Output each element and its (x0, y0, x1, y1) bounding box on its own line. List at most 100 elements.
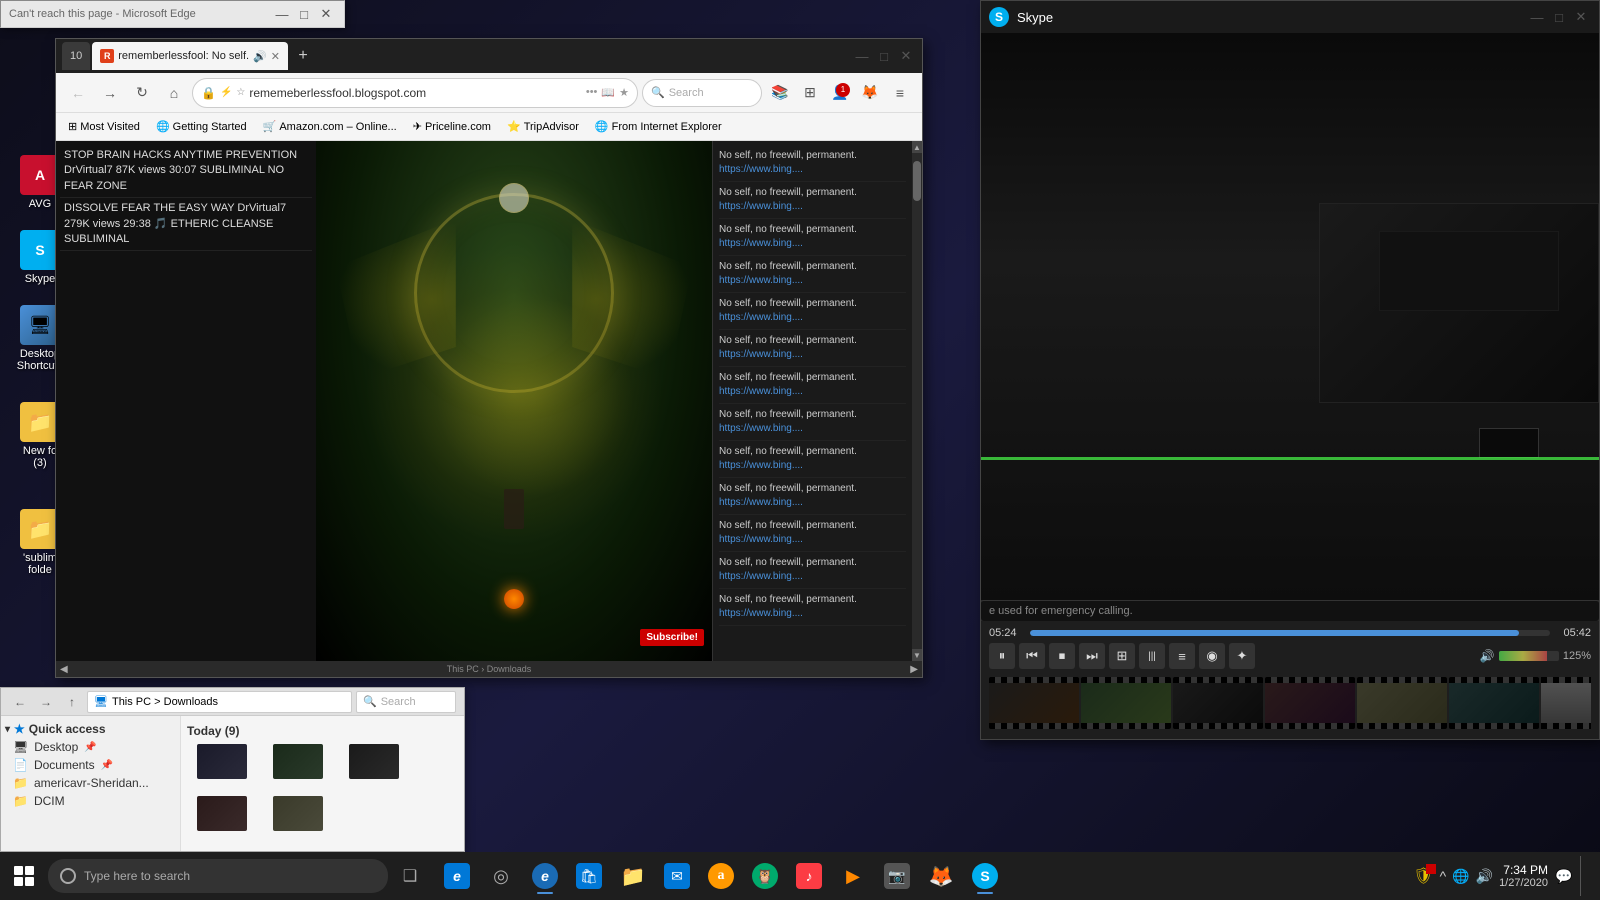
bookmark-most-visited[interactable]: ⊞ Most Visited (64, 118, 144, 135)
chevron-icon[interactable]: ^ (1440, 868, 1447, 884)
reader-mode-icon[interactable]: 📖 (601, 86, 615, 99)
thumb-7[interactable] (1541, 677, 1591, 729)
taskbar-itunes[interactable]: ♪ (788, 856, 830, 896)
chapters-button[interactable]: ||| (1139, 643, 1165, 669)
video-item-2[interactable]: DISSOLVE FEAR THE EASY WAY DrVirtual7 27… (60, 198, 312, 251)
skype-close[interactable]: ✕ (1571, 10, 1591, 24)
explorer-up[interactable]: ↑ (61, 691, 83, 713)
system-clock[interactable]: 7:34 PM 1/27/2020 (1499, 863, 1548, 889)
effects-button[interactable]: ✦ (1229, 643, 1255, 669)
file-thumb-5[interactable] (263, 792, 333, 838)
taskbar-vlc[interactable]: ▶ (832, 856, 874, 896)
cant-reach-minimize[interactable]: — (272, 7, 292, 21)
security-tray-icon[interactable]: 🛡 (1413, 866, 1433, 886)
comment-7-link[interactable]: https://www.bing.... (719, 385, 906, 399)
horizontal-scrollbar[interactable]: ◀ This PC › Downloads ▶ (56, 661, 922, 677)
comment-4-link[interactable]: https://www.bing.... (719, 274, 906, 288)
browser-minimize[interactable]: — (852, 49, 872, 63)
file-thumb-3[interactable] (339, 740, 409, 786)
forward-button[interactable]: → (96, 79, 124, 107)
menu-button[interactable]: ≡ (886, 79, 914, 107)
equalizer-button[interactable]: ◉ (1199, 643, 1225, 669)
play-pause-button[interactable]: ⏸ (989, 643, 1015, 669)
fullscreen-button[interactable]: ⊞ (1109, 643, 1135, 669)
stop-button[interactable]: ⏹ (1049, 643, 1075, 669)
skype-maximize[interactable]: □ (1549, 10, 1569, 24)
address-bar[interactable]: 🔒 ⚡ ☆ rememeberlessfool.blogspot.com •••… (192, 78, 638, 108)
cant-reach-close[interactable]: ✕ (316, 7, 336, 21)
tab-inactive[interactable]: 10 (62, 42, 90, 70)
taskbar-amazon[interactable]: a (700, 856, 742, 896)
taskbar-tripadvisor[interactable]: 🦉 (744, 856, 786, 896)
bookmark-amazon[interactable]: 🛒 Amazon.com – Online... (259, 118, 401, 135)
thumb-1[interactable] (989, 677, 1079, 729)
progress-bar-container[interactable] (1030, 630, 1550, 636)
scroll-down-arrow[interactable]: ▼ (912, 649, 922, 661)
taskbar-ie[interactable]: e (524, 856, 566, 896)
tab-close-button[interactable]: ✕ (271, 50, 280, 63)
volume-bar[interactable] (1499, 651, 1559, 661)
hub-button[interactable]: ⊞ (796, 79, 824, 107)
browser-close[interactable]: ✕ (896, 49, 916, 63)
show-desktop-button[interactable] (1580, 856, 1588, 896)
comment-9-link[interactable]: https://www.bing.... (719, 459, 906, 473)
comment-12-link[interactable]: https://www.bing.... (719, 570, 906, 584)
favorites-icon[interactable]: ★ (619, 86, 629, 99)
new-tab-button[interactable]: + (290, 43, 316, 69)
taskbar-folder[interactable]: 📁 (612, 856, 654, 896)
prev-track-button[interactable]: ⏮ (1019, 643, 1045, 669)
taskbar-edge[interactable]: e (436, 856, 478, 896)
comment-6-link[interactable]: https://www.bing.... (719, 348, 906, 362)
thumb-4[interactable] (1265, 677, 1355, 729)
scroll-up-arrow[interactable]: ▲ (912, 141, 922, 153)
sidebar-item-desktop[interactable]: 🖥 Desktop 📌 (5, 738, 176, 756)
back-button[interactable]: ← (64, 79, 92, 107)
taskbar-camera[interactable]: 📷 (876, 856, 918, 896)
taskbar-firefox[interactable]: 🦊 (920, 856, 962, 896)
more-options-icon[interactable]: ••• (586, 86, 598, 99)
explorer-back[interactable]: ← (9, 691, 31, 713)
bookmark-priceline[interactable]: ✈ Priceline.com (409, 118, 495, 135)
comment-2-link[interactable]: https://www.bing.... (719, 200, 906, 214)
playlist-button[interactable]: ≡ (1169, 643, 1195, 669)
cant-reach-maximize[interactable]: □ (294, 7, 314, 21)
home-button[interactable]: ⌂ (160, 79, 188, 107)
file-thumb-1[interactable] (187, 740, 257, 786)
comment-1-link[interactable]: https://www.bing.... (719, 163, 906, 177)
video-item-1[interactable]: STOP BRAIN HACKS ANYTIME PREVENTION DrVi… (60, 145, 312, 198)
explorer-forward[interactable]: → (35, 691, 57, 713)
thumb-3[interactable] (1173, 677, 1263, 729)
scroll-right-arrow[interactable]: ▶ (910, 664, 918, 675)
extension-button[interactable]: 🦊 (856, 79, 884, 107)
scrollbar[interactable]: ▲ ▼ (912, 141, 922, 661)
next-track-button[interactable]: ⏭ (1079, 643, 1105, 669)
volume-tray-icon[interactable]: 🔊 (1476, 868, 1493, 885)
network-tray-icon[interactable]: 🌐 (1452, 868, 1469, 885)
quick-access-header[interactable]: ▾ ★ Quick access (5, 720, 176, 738)
comment-13-link[interactable]: https://www.bing.... (719, 607, 906, 621)
search-box[interactable]: 🔍 Search (642, 79, 762, 107)
scroll-left-arrow[interactable]: ◀ (60, 664, 68, 675)
thumb-6[interactable] (1449, 677, 1539, 729)
library-button[interactable]: 📚 (766, 79, 794, 107)
sidebar-item-dcim[interactable]: 📁 DCIM (5, 792, 176, 810)
file-thumb-2[interactable] (263, 740, 333, 786)
task-view-button[interactable]: ❑ (392, 858, 428, 894)
notification-center-button[interactable]: 💬 (1554, 866, 1574, 886)
explorer-search[interactable]: 🔍 Search (356, 691, 456, 713)
sidebar-item-americavr[interactable]: 📁 americavr-Sheridan... (5, 774, 176, 792)
browser-maximize[interactable]: □ (874, 49, 894, 63)
comment-10-link[interactable]: https://www.bing.... (719, 496, 906, 510)
comment-8-link[interactable]: https://www.bing.... (719, 422, 906, 436)
sidebar-item-documents[interactable]: 📄 Documents 📌 (5, 756, 176, 774)
bookmark-from-ie[interactable]: 🌐 From Internet Explorer (591, 118, 726, 135)
tab-active[interactable]: R rememberlessfool: No self. 🔊 ✕ (92, 42, 288, 70)
taskbar-search-bar[interactable]: Type here to search (48, 859, 388, 893)
thumb-2[interactable] (1081, 677, 1171, 729)
scroll-thumb[interactable] (913, 161, 921, 201)
explorer-address-bar[interactable]: 🖥 This PC > Downloads (87, 691, 352, 713)
taskbar-mail[interactable]: ✉ (656, 856, 698, 896)
taskbar-skype[interactable]: S (964, 856, 1006, 896)
thumb-5[interactable] (1357, 677, 1447, 729)
bookmark-getting-started[interactable]: 🌐 Getting Started (152, 118, 251, 135)
